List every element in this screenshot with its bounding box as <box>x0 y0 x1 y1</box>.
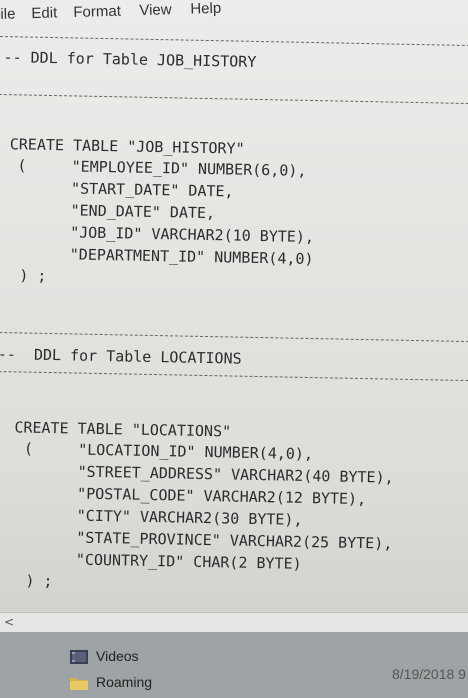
menu-view[interactable]: View <box>139 1 172 19</box>
code-line: "STREET_ADDRESS" VARCHAR2(40 BYTE), <box>77 462 394 487</box>
code-line: "CITY" VARCHAR2(30 BYTE), <box>76 506 303 529</box>
text-editor[interactable]: -- DDL for Table JOB_HISTORY CREATE TABL… <box>0 32 468 631</box>
code-line: "POSTAL_CODE" VARCHAR2(12 BYTE), <box>76 484 367 509</box>
code-line: "COUNTRY_ID" CHAR(2 BYTE) <box>75 550 302 573</box>
code-line: CREATE TABLE "JOB_HISTORY" <box>9 135 245 158</box>
menu-file[interactable]: ile <box>0 6 15 23</box>
menu-bar: ile Edit Format View Help <box>0 0 468 30</box>
menu-edit[interactable]: Edit <box>31 4 57 22</box>
photo-frame: ile Edit Format View Help -- DDL for Tab… <box>0 0 468 698</box>
comment-job-history: -- DDL for Table JOB_HISTORY <box>3 48 257 71</box>
code-line: "START_DATE" DATE, <box>70 179 234 201</box>
code-line: CREATE TABLE "LOCATIONS" <box>14 418 232 441</box>
list-item-label: Roaming <box>96 674 153 690</box>
code-line: "JOB_ID" VARCHAR2(10 BYTE), <box>69 223 315 247</box>
folder-icon <box>70 678 88 690</box>
date-modified: 8/19/2018 9 <box>392 666 466 682</box>
scroll-left-arrow-icon[interactable]: < <box>4 615 14 629</box>
menu-help[interactable]: Help <box>190 0 221 18</box>
code-line: ) ; <box>19 266 47 285</box>
list-item-label: Videos <box>96 648 139 664</box>
file-explorer-list: Videos Roaming 8/19/2018 9 <box>0 632 468 698</box>
comment-divider <box>0 331 468 343</box>
comment-divider <box>0 370 468 382</box>
code-line: "END_DATE" DATE, <box>70 201 216 223</box>
comment-locations: -- DDL for Table LOCATIONS <box>0 345 242 368</box>
code-line: "STATE_PROVINCE" VARCHAR2(25 BYTE), <box>76 528 393 553</box>
code-line: ( "EMPLOYEE_ID" NUMBER(6,0), <box>17 156 307 180</box>
video-folder-icon <box>70 650 88 664</box>
horizontal-scrollbar[interactable]: < <box>0 612 468 633</box>
code-line: ( "LOCATION_ID" NUMBER(4,0), <box>23 439 314 464</box>
code-line: "DEPARTMENT_ID" NUMBER(4,0) <box>69 245 314 269</box>
comment-divider <box>0 35 468 47</box>
code-line: ) ; <box>25 571 53 591</box>
menu-format[interactable]: Format <box>73 3 121 21</box>
comment-divider <box>0 93 468 105</box>
